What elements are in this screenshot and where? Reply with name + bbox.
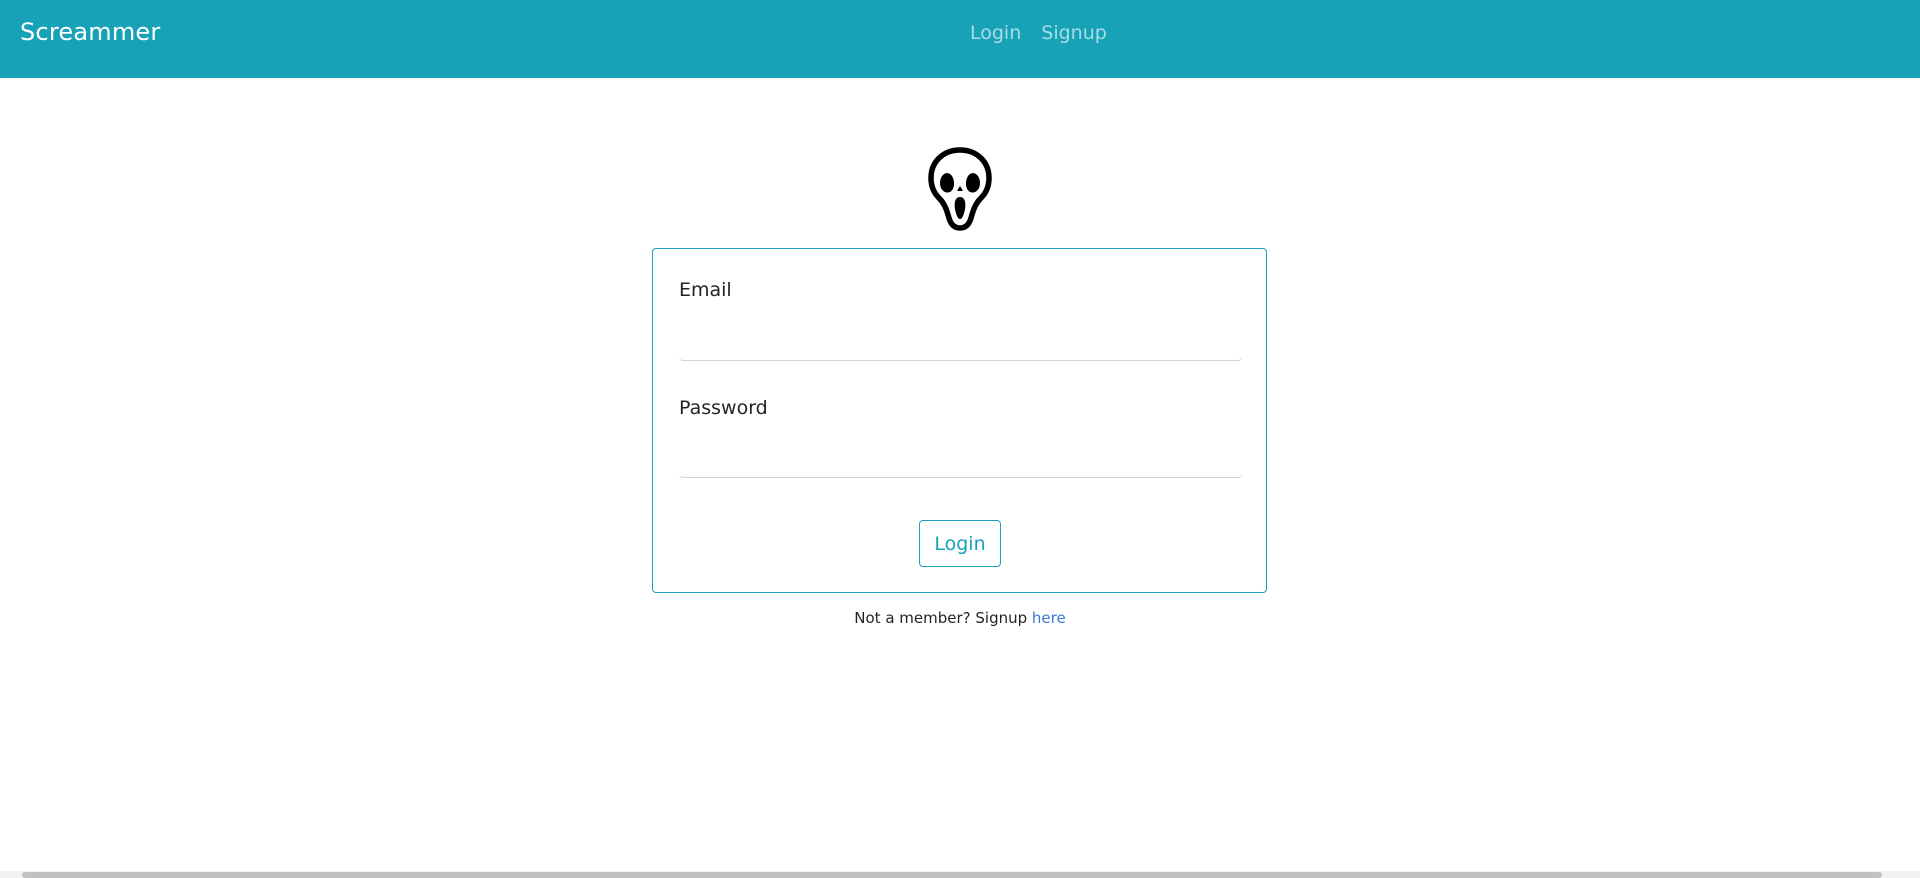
signup-prompt-text: Not a member? Signup (854, 609, 1032, 627)
horizontal-scrollbar[interactable] (0, 871, 1920, 878)
nav-link-login[interactable]: Login (970, 22, 1021, 44)
signup-here-link[interactable]: here (1032, 609, 1066, 627)
password-label: Password (679, 397, 768, 419)
scrollbar-thumb[interactable] (22, 872, 1882, 878)
password-field[interactable] (679, 438, 1242, 478)
top-navbar: Screammer Login Signup (0, 0, 1920, 78)
nav-links: Login Signup (970, 22, 1107, 44)
nav-link-signup[interactable]: Signup (1041, 22, 1107, 44)
email-field[interactable] (679, 321, 1242, 361)
brand-link[interactable]: Screammer (20, 18, 160, 46)
signup-prompt: Not a member? Signup here (0, 609, 1920, 627)
ghostface-mask-icon (928, 147, 992, 231)
email-label: Email (679, 279, 732, 301)
login-button[interactable]: Login (919, 520, 1001, 567)
login-form-card: Email Password Login (652, 248, 1267, 593)
